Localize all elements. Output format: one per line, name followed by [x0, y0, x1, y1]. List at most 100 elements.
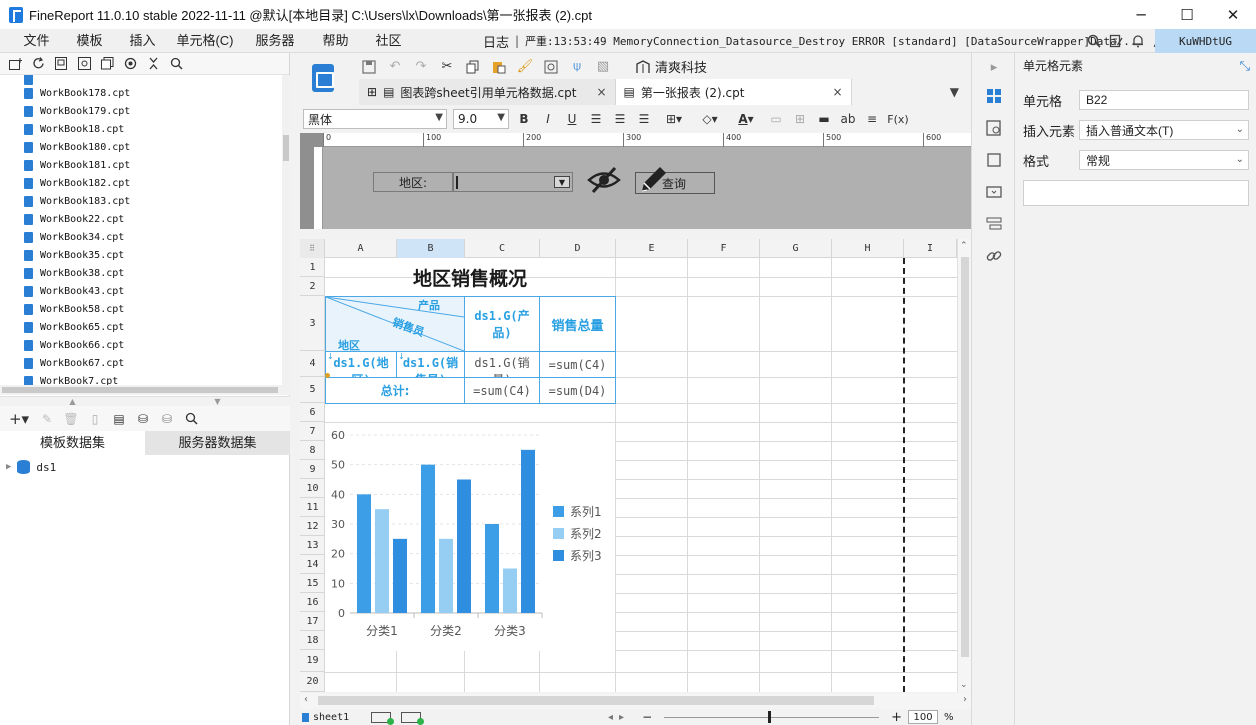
report-title-cell[interactable]: 地区销售概况 [325, 258, 615, 296]
row-header-16[interactable]: 16 [300, 593, 325, 612]
row-header-8[interactable]: 8 [300, 441, 325, 460]
border-icon[interactable]: ⊞▾ [659, 110, 689, 128]
list-item[interactable]: WorkBook34.cpt [0, 228, 282, 246]
font-size-select[interactable]: 9.0 ▼ [453, 109, 509, 129]
row-header-1[interactable]: 1 [300, 258, 325, 277]
column-header-e[interactable]: E [616, 239, 688, 258]
arrow-right-icon[interactable]: › [963, 694, 967, 705]
row-header-6[interactable]: 6 [300, 403, 325, 422]
panel-splitter[interactable]: ▲ ▼ [0, 396, 290, 406]
bell-icon[interactable] [1130, 33, 1146, 49]
list-item[interactable]: WorkBook178.cpt [0, 84, 282, 102]
split-cells-icon[interactable]: ⊞ [791, 110, 809, 128]
cell-a4[interactable]: ds1.G(地区) [326, 352, 396, 377]
cell-c5[interactable]: =sum(C4) [465, 378, 539, 403]
arrow-down-icon[interactable]: ⌄ [960, 680, 968, 690]
delete-icon[interactable]: 🗑 [63, 412, 78, 426]
arrow-up-icon[interactable]: ⌃ [960, 241, 968, 251]
scrollbar-thumb[interactable] [318, 696, 874, 705]
diagonal-header-cell[interactable]: 产品 销售员 地区 [326, 297, 464, 351]
file-list-hscrollbar[interactable] [0, 385, 282, 395]
tab-document-2[interactable]: ▤ 第一张报表 (2).cpt × [615, 79, 852, 105]
format-painter-icon[interactable]: 🖌 [517, 59, 534, 75]
column-header-a[interactable]: A [325, 239, 397, 258]
expand-arrow-icon[interactable]: ▶ [6, 462, 11, 472]
report-block-icon[interactable] [984, 214, 1004, 234]
log-label[interactable]: 日志 [483, 32, 509, 51]
copy-icon[interactable] [100, 57, 114, 71]
cut-icon[interactable]: ✂ [439, 59, 455, 75]
insert-element-select[interactable]: 插入普通文本(T) ⌄ [1079, 120, 1249, 140]
cell-attribute-icon[interactable] [984, 118, 1004, 138]
arrow-right-icon[interactable]: ▸ [619, 712, 624, 723]
row-header-19[interactable]: 19 [300, 650, 325, 672]
cell-b4[interactable]: ds1.G(销售员) [397, 352, 464, 377]
list-item[interactable]: WorkBook7.cpt [0, 372, 282, 385]
list-item[interactable]: WorkBook38.cpt [0, 264, 282, 282]
menu-template[interactable]: 模板 [63, 29, 116, 53]
row-header-3[interactable]: 3 [300, 296, 325, 351]
report-template-icon[interactable] [312, 64, 334, 92]
user-name-badge[interactable]: KuWHDtUG [1155, 29, 1256, 53]
text-button[interactable]: ab [839, 110, 857, 128]
template-check-icon[interactable] [543, 59, 559, 75]
wrap-text-icon[interactable]: ≡ [863, 110, 881, 128]
locate-icon[interactable] [123, 57, 137, 71]
list-item[interactable]: WorkBook66.cpt [0, 336, 282, 354]
image-icon[interactable]: ▧ [595, 59, 611, 75]
insert-row-icon[interactable]: ▬ [815, 110, 833, 128]
undo-icon[interactable]: ↶ [387, 59, 403, 75]
close-tab-icon[interactable]: × [596, 85, 606, 99]
merge-cells-icon[interactable]: ▭ [767, 110, 785, 128]
list-item[interactable]: WorkBook22.cpt [0, 210, 282, 228]
row-header-18[interactable]: 18 [300, 631, 325, 650]
dataset-node[interactable]: ▶ ds1 [0, 455, 290, 479]
expand-panel-icon[interactable]: ▸ [984, 57, 1004, 77]
collapse-icon[interactable] [146, 57, 160, 71]
widget-settings-icon[interactable] [984, 150, 1004, 170]
row-header-9[interactable]: 9 [300, 460, 325, 479]
italic-button[interactable]: I [539, 110, 557, 128]
cell-c4[interactable]: ds1.G(销量) [465, 352, 539, 377]
menu-help[interactable]: 帮助 [309, 29, 362, 53]
refresh-icon[interactable] [31, 57, 45, 71]
settings-icon[interactable] [77, 57, 91, 71]
tab-template-datasets[interactable]: 模板数据集 [0, 431, 145, 455]
brand-button[interactable]: 清爽科技 [635, 57, 707, 76]
cell-a5[interactable]: 总计: [326, 378, 464, 403]
list-item[interactable]: WorkBook35.cpt [0, 246, 282, 264]
zoom-slider[interactable] [664, 710, 880, 723]
formula-button[interactable]: F(x) [887, 110, 909, 128]
parameter-canvas[interactable]: 地区: ▼ 查询 [323, 147, 971, 229]
cell-c3[interactable]: ds1.G(产品) [465, 297, 539, 351]
plugin-icon[interactable]: ⍦ [569, 59, 585, 75]
tab-list-icon[interactable]: ▼ [950, 85, 959, 99]
list-item[interactable]: WorkBook65.cpt [0, 318, 282, 336]
close-button[interactable]: ✕ [1210, 0, 1256, 29]
cell-value-textarea[interactable] [1023, 180, 1249, 206]
arrow-left-icon[interactable]: ◂ [608, 712, 613, 723]
row-header-17[interactable]: 17 [300, 612, 325, 631]
zoom-in-button[interactable]: + [891, 710, 902, 725]
zoom-slider-knob[interactable] [768, 710, 772, 723]
arrow-up-icon[interactable]: ▲ [69, 397, 75, 406]
add-sheet-icon[interactable] [371, 711, 395, 725]
underline-button[interactable]: U [563, 110, 581, 128]
align-right-icon[interactable]: ☰ [635, 110, 653, 128]
sheet-hscrollbar[interactable]: ‹ › [300, 693, 971, 709]
scrollbar-thumb[interactable] [2, 387, 278, 393]
zoom-out-button[interactable]: − [642, 710, 652, 724]
collapse-panel-icon[interactable]: ⤡ [1240, 53, 1250, 79]
text-color-button[interactable]: A ▾ [731, 110, 761, 128]
region-combobox[interactable]: ▼ [453, 172, 573, 192]
fill-color-icon[interactable]: ◇▾ [695, 110, 725, 128]
column-header-f[interactable]: F [688, 239, 760, 258]
bar-chart[interactable]: 0 10 20 30 40 50 60 分类1 分类2 分类3 系列1 系列2 系列3 [325, 423, 615, 651]
cell-d3[interactable]: 销售总量 [540, 297, 615, 351]
cell-element-icon[interactable] [984, 86, 1004, 106]
maximize-button[interactable]: ☐ [1164, 0, 1210, 29]
row-header-2[interactable]: 2 [300, 277, 325, 296]
list-item[interactable]: WorkBook58.cpt [0, 300, 282, 318]
tab-server-datasets[interactable]: 服务器数据集 [145, 431, 290, 455]
cell-grid[interactable]: 地区销售概况 产品 销售员 地区 ds1.G(产品) 销售总量 ds1.G(地 … [325, 258, 971, 692]
